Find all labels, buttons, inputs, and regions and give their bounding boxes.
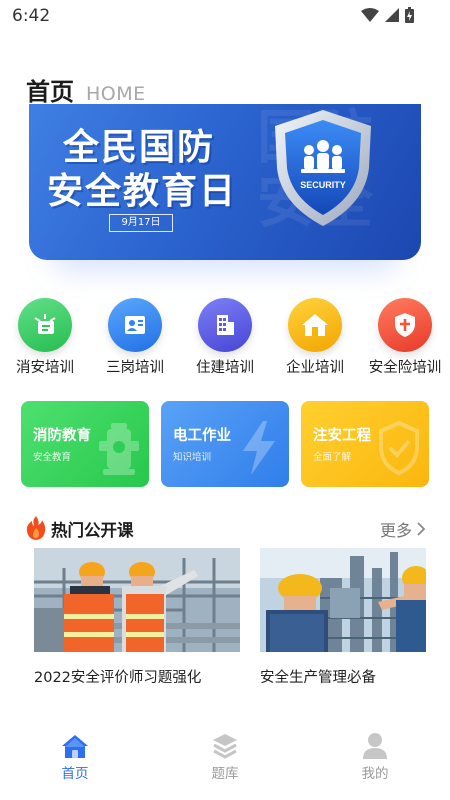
category-label: 三岗培训 — [106, 360, 164, 376]
category-three-posts[interactable]: 三岗培训 — [90, 298, 180, 377]
category-fire-training[interactable]: 消安培训 — [0, 298, 90, 377]
shield-icon — [378, 298, 432, 352]
banner-date: 9月17日 — [109, 214, 173, 232]
category-label: 住建培训 — [196, 360, 254, 376]
tab-home[interactable]: 首页 — [35, 732, 115, 782]
lightning-icon — [237, 419, 281, 481]
hydrant-icon — [97, 419, 141, 481]
fire-training-icon — [18, 298, 72, 352]
tab-label: 题库 — [211, 766, 239, 782]
category-enterprise[interactable]: 企业培训 — [270, 298, 360, 377]
flame-icon — [26, 516, 46, 540]
hot-courses-header: 热门公开课 更多 — [26, 515, 426, 541]
card-safety-engineering[interactable]: 注安工程 全面了解 — [301, 401, 429, 487]
tab-mine[interactable]: 我的 — [335, 732, 415, 782]
bottom-tab-bar: 首页 题库 我的 — [0, 720, 450, 800]
course-thumbnail — [260, 548, 426, 652]
id-card-icon — [108, 298, 162, 352]
tab-label: 我的 — [361, 766, 389, 782]
card-title: 消防教育 — [33, 428, 91, 444]
card-title: 注安工程 — [313, 428, 371, 444]
banner-carousel[interactable]: 国防安全 全民国防 安全教育日 9月17日 SECURITY — [29, 104, 421, 260]
status-bar: 6:42 — [0, 0, 450, 32]
building-icon — [198, 298, 252, 352]
battery-icon — [405, 7, 414, 23]
tab-question-bank[interactable]: 题库 — [185, 732, 265, 782]
shield-label: SECURITY — [300, 180, 346, 190]
course-card[interactable]: 2022安全评价师习题强化 — [34, 548, 240, 686]
more-link[interactable]: 更多 — [380, 517, 426, 541]
page-subtitle: HOME — [86, 83, 146, 105]
course-card[interactable]: 安全生产管理必备 — [260, 548, 426, 686]
layers-icon — [185, 732, 265, 760]
wifi-icon — [361, 8, 379, 22]
category-safety-insurance[interactable]: 安全险培训 — [360, 298, 450, 377]
user-icon — [335, 732, 415, 760]
signal-icon — [385, 8, 399, 22]
security-shield-icon: SECURITY — [267, 106, 379, 234]
page-header: 首页 HOME — [26, 72, 146, 107]
card-title: 电工作业 — [173, 428, 231, 444]
course-title: 安全生产管理必备 — [260, 670, 376, 686]
status-icons — [361, 7, 414, 23]
card-subtitle: 安全教育 — [33, 452, 72, 463]
course-thumbnail — [34, 548, 240, 652]
house-icon — [288, 298, 342, 352]
more-label: 更多 — [379, 521, 412, 540]
category-construction[interactable]: 住建培训 — [180, 298, 270, 377]
card-fire-education[interactable]: 消防教育 安全教育 — [21, 401, 149, 487]
home-icon — [35, 732, 115, 760]
category-label: 企业培训 — [286, 360, 344, 376]
category-row: 消安培训 三岗培训 住建培训 企业培训 安全险培训 — [0, 298, 450, 378]
banner-headline-2: 安全教育日 — [47, 171, 238, 212]
card-subtitle: 全面了解 — [313, 452, 352, 463]
card-electrician[interactable]: 电工作业 知识培训 — [161, 401, 289, 487]
card-subtitle: 知识培训 — [173, 452, 212, 463]
category-label: 安全险培训 — [368, 360, 442, 376]
section-title: 热门公开课 — [51, 521, 134, 540]
shield-check-icon — [377, 419, 421, 481]
page-title: 首页 — [26, 78, 74, 106]
status-time: 6:42 — [12, 6, 51, 26]
course-title: 2022安全评价师习题强化 — [34, 670, 202, 686]
category-label: 消安培训 — [16, 360, 74, 376]
tab-label: 首页 — [61, 766, 89, 782]
chevron-right-icon — [417, 522, 426, 536]
